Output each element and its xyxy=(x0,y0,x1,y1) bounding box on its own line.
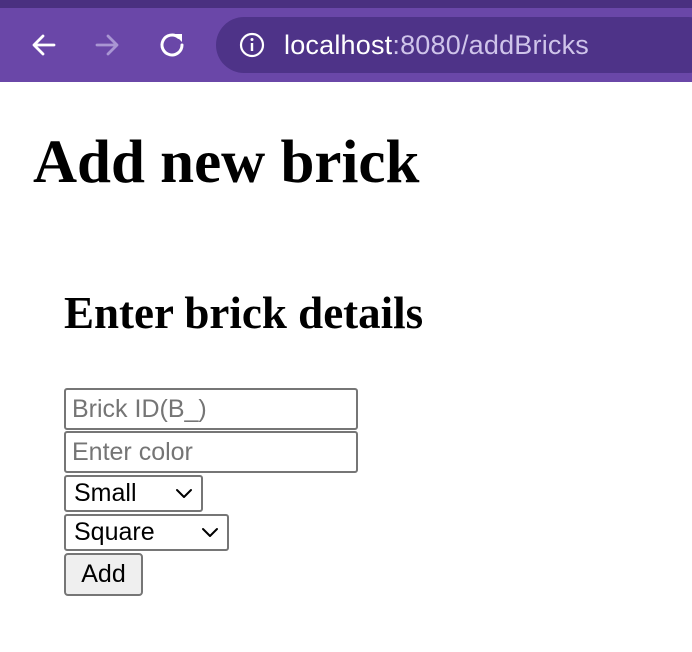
page-title: Add new brick xyxy=(33,129,420,196)
address-bar[interactable]: localhost:8080/addBricks xyxy=(216,17,692,73)
url-path: :8080/addBricks xyxy=(392,29,589,60)
brick-form: Small Square Add xyxy=(64,388,358,596)
forward-button[interactable] xyxy=(92,30,122,60)
page-content: Add new brick Enter brick details Small … xyxy=(0,82,692,652)
reload-button[interactable] xyxy=(157,30,187,60)
back-button[interactable] xyxy=(29,30,59,60)
reload-icon xyxy=(160,33,184,57)
shape-select-value: Square xyxy=(74,518,155,546)
chevron-down-icon xyxy=(201,527,219,539)
size-select-value: Small xyxy=(74,479,137,507)
add-button[interactable]: Add xyxy=(64,553,143,596)
url-text: localhost:8080/addBricks xyxy=(284,30,589,61)
brick-id-input[interactable] xyxy=(64,388,358,430)
url-host: localhost xyxy=(284,29,393,60)
info-icon[interactable] xyxy=(238,31,266,59)
color-input[interactable] xyxy=(64,431,358,473)
size-select[interactable]: Small xyxy=(64,475,203,512)
back-arrow-icon xyxy=(32,34,56,56)
chevron-down-icon xyxy=(175,488,193,500)
browser-toolbar: localhost:8080/addBricks xyxy=(0,0,692,82)
shape-select[interactable]: Square xyxy=(64,514,229,551)
section-title: Enter brick details xyxy=(64,288,424,338)
forward-arrow-icon xyxy=(95,34,119,56)
